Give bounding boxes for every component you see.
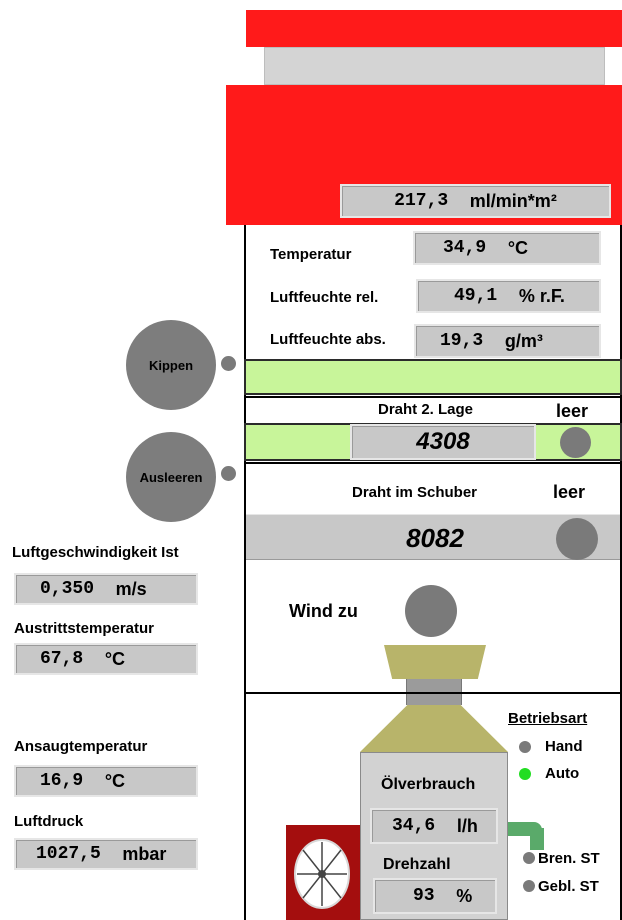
oil-unit: l/h [456, 815, 478, 836]
wire2-status: leer [556, 401, 589, 421]
wire2-top-line [244, 396, 622, 398]
outlet-temp-unit: °C [104, 648, 126, 669]
rate-value: 217,3 [394, 191, 449, 211]
bren-st-label: Bren. ST [538, 850, 600, 867]
speed-unit: % [456, 885, 473, 906]
fan-icon [294, 839, 350, 909]
gebl-st-label: Gebl. ST [538, 878, 599, 895]
humidity-abs-value: 19,3 [440, 331, 484, 351]
outlet-temp-label: Austrittstemperatur [14, 620, 155, 637]
kippen-indicator [221, 356, 236, 371]
section-divider [244, 692, 622, 694]
burner-shoulder [360, 705, 508, 752]
intake-temp-label: Ansaugtemperatur [14, 738, 148, 755]
intake-temp-value: 16,9 [40, 771, 84, 791]
rate-unit: ml/min*m² [469, 190, 557, 211]
wire-schuber-label: Draht im Schuber [352, 484, 478, 501]
speed-label: Drehzahl [383, 856, 451, 873]
humidity-rel-unit: % r.F. [518, 285, 565, 306]
speed-value: 93 [413, 886, 435, 906]
humidity-rel-display: 49,1 % r.F. [416, 279, 601, 313]
intake-temp-display: 16,9 °C [14, 765, 198, 797]
wire-schuber-value: 8082 [406, 522, 464, 553]
wire2-value: 4308 [416, 428, 470, 455]
outlet-temp-value: 67,8 [40, 649, 84, 669]
oil-display: 34,6 l/h [370, 808, 498, 844]
kippen-button[interactable]: Kippen [126, 320, 216, 410]
pressure-display: 1027,5 mbar [14, 838, 198, 870]
wire2-indicator [560, 427, 591, 458]
temperature-display: 34,9 °C [413, 231, 601, 265]
oil-pipe-down [530, 828, 544, 850]
wind-label: Wind zu [289, 601, 358, 621]
wire-schuber-top-line [244, 462, 622, 464]
mode-title: Betriebsart [508, 710, 588, 727]
conveyor-upper [244, 359, 622, 395]
wire-schuber-status: leer [553, 482, 586, 502]
mode-auto-indicator[interactable] [519, 768, 531, 780]
wire2-display: 4308 [350, 424, 536, 460]
speed-display: 93 % [373, 878, 497, 914]
humidity-abs-label: Luftfeuchte abs. [270, 331, 386, 348]
gebl-st-indicator [523, 880, 535, 892]
temperature-label: Temperatur [270, 246, 352, 263]
top-cap-bar [264, 47, 605, 85]
nozzle-top [384, 645, 486, 679]
temperature-value: 34,9 [443, 238, 487, 258]
mode-auto-label[interactable]: Auto [545, 765, 579, 782]
outlet-temp-display: 67,8 °C [14, 643, 198, 675]
pressure-label: Luftdruck [14, 813, 84, 830]
intake-temp-unit: °C [104, 770, 126, 791]
rate-display: 217,3 ml/min*m² [340, 184, 611, 218]
humidity-rel-value: 49,1 [454, 286, 498, 306]
mode-hand-label[interactable]: Hand [545, 738, 583, 755]
pressure-value: 1027,5 [36, 844, 101, 864]
pressure-unit: mbar [122, 843, 167, 864]
temperature-unit: °C [507, 237, 529, 258]
kippen-button-label: Kippen [148, 357, 194, 373]
oil-value: 34,6 [392, 816, 436, 836]
humidity-abs-unit: g/m³ [504, 330, 543, 351]
wire2-label: Draht 2. Lage [378, 401, 474, 418]
frame-left [244, 225, 246, 920]
wind-indicator[interactable] [405, 585, 457, 637]
bren-st-indicator [523, 852, 535, 864]
air-speed-unit: m/s [115, 578, 147, 599]
wire-schuber-indicator [556, 518, 598, 560]
air-speed-value: 0,350 [40, 579, 95, 599]
ausleeren-indicator [221, 466, 236, 481]
humidity-abs-display: 19,3 g/m³ [414, 324, 601, 358]
wire-schuber-display: 8082 [380, 518, 490, 558]
top-cap [246, 10, 622, 47]
mode-hand-indicator[interactable] [519, 741, 531, 753]
air-speed-display: 0,350 m/s [14, 573, 198, 605]
air-speed-label: Luftgeschwindigkeit Ist [12, 544, 179, 561]
oil-label: Ölverbrauch [381, 776, 476, 793]
ausleeren-button-label: Ausleeren [139, 469, 203, 485]
ausleeren-button[interactable]: Ausleeren [126, 432, 216, 522]
humidity-rel-label: Luftfeuchte rel. [270, 289, 379, 306]
